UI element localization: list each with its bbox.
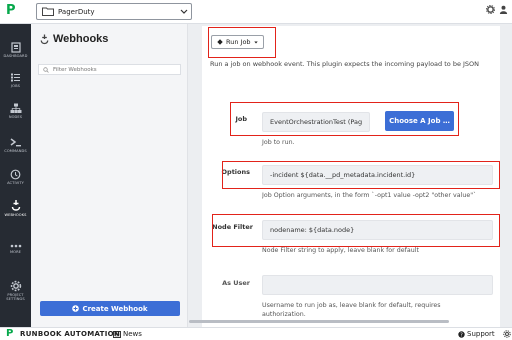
search-icon [43, 66, 49, 73]
more-icon [10, 244, 21, 248]
news-link[interactable]: News [113, 330, 142, 338]
footer-logo: P [6, 328, 14, 339]
top-bar: P PagerDuty [0, 0, 512, 24]
project-selector[interactable]: PagerDuty [36, 3, 192, 20]
webhooks-panel: Webhooks Create Webhook [31, 24, 188, 327]
news-icon [113, 330, 121, 338]
nav-item-commands[interactable]: COMMANDS [0, 137, 31, 153]
as-user-field[interactable] [262, 275, 493, 295]
footer-product-name: RUNBOOK AUTOMATION [20, 330, 121, 338]
nav-item-activity[interactable]: ACTIVITY [0, 169, 31, 185]
nav-label-more: MORE [9, 250, 22, 254]
run-job-button[interactable]: Run Job [211, 35, 264, 49]
config-card: Job EventOrchestrationTest (Pag Choose A… [202, 92, 500, 327]
node-filter-field[interactable]: nodename: ${data.node} [262, 220, 493, 240]
nav-label-activity: ACTIVITY [7, 181, 24, 185]
webhooks-title: Webhooks [53, 33, 109, 45]
job-label: Job [235, 115, 247, 123]
node-filter-label: Node Filter [212, 223, 253, 231]
plugin-description: Run a job on webhook event. This plugin … [210, 60, 480, 68]
options-field[interactable]: -incident ${data.__pd_metadata.incident.… [262, 165, 493, 185]
nav-item-webhooks[interactable]: WEBHOOKS [0, 199, 31, 217]
create-webhook-button[interactable]: Create Webhook [40, 301, 180, 316]
dashboard-icon [10, 42, 21, 53]
choose-job-button[interactable]: Choose A Job … [385, 111, 454, 131]
nodes-icon [10, 103, 21, 113]
main-content: Run Job Run a job on webhook event. This… [189, 24, 512, 327]
options-help: Job Option arguments, in the form `-opt1… [262, 192, 477, 199]
horizontal-scrollbar[interactable] [189, 320, 449, 323]
options-label: Options [221, 168, 250, 176]
left-nav: DASHBOARD JOBS NODES COMMANDS ACTIVITY W… [0, 24, 31, 327]
nav-label-jobs: JOBS [11, 84, 20, 88]
plus-icon [72, 305, 80, 312]
diamond-icon [217, 39, 223, 45]
nav-item-dashboard[interactable]: DASHBOARD [0, 42, 31, 58]
nav-label-dashboard: DASHBOARD [3, 54, 28, 58]
chevron-down-icon [177, 9, 191, 14]
user-icon[interactable] [499, 5, 508, 16]
create-webhook-label: Create Webhook [82, 304, 148, 313]
gear-icon[interactable] [486, 5, 495, 16]
nav-item-jobs[interactable]: JOBS [0, 72, 31, 88]
chevron-down-icon [253, 41, 258, 43]
support-label: Support [467, 330, 495, 338]
nav-label-nodes: NODES [8, 115, 23, 119]
nav-label-webhooks: WEBHOOKS [4, 213, 27, 217]
webhooks-heading: Webhooks [40, 33, 108, 45]
node-filter-help: Node Filter string to apply, leave blank… [262, 247, 419, 254]
nav-item-nodes[interactable]: NODES [0, 103, 31, 119]
job-help: Job to run. [262, 139, 295, 146]
filter-webhooks-field[interactable] [38, 64, 181, 75]
news-label: News [123, 330, 142, 338]
gear-icon [10, 280, 21, 292]
support-link[interactable]: ? Support [458, 330, 495, 338]
folder-icon [42, 7, 54, 16]
project-name: PagerDuty [58, 7, 95, 16]
webhooks-icon [40, 34, 49, 44]
job-field[interactable]: EventOrchestrationTest (Pag [262, 112, 370, 132]
help-icon: ? [458, 330, 465, 338]
filter-webhooks-input[interactable] [53, 66, 173, 73]
nav-item-project-settings[interactable]: PROJECT SETTINGS [0, 280, 31, 301]
run-job-label: Run Job [226, 38, 251, 46]
bottom-bar: P RUNBOOK AUTOMATION News ? Support [0, 327, 512, 340]
webhooks-icon [11, 200, 20, 211]
nav-label-commands: COMMANDS [4, 149, 27, 153]
as-user-help: Username to run job as, leave blank for … [262, 302, 441, 318]
commands-icon [10, 138, 21, 147]
settings-icon[interactable] [503, 330, 511, 340]
nav-item-more[interactable]: MORE [0, 243, 31, 254]
activity-icon [10, 169, 21, 180]
as-user-label: As User [222, 279, 250, 287]
jobs-icon [11, 73, 20, 82]
nav-label-project-settings: PROJECT SETTINGS [6, 293, 25, 302]
svg-text:?: ? [460, 332, 463, 338]
plugin-card: Run Job Run a job on webhook event. This… [202, 26, 500, 102]
app-logo[interactable]: P [6, 4, 16, 18]
